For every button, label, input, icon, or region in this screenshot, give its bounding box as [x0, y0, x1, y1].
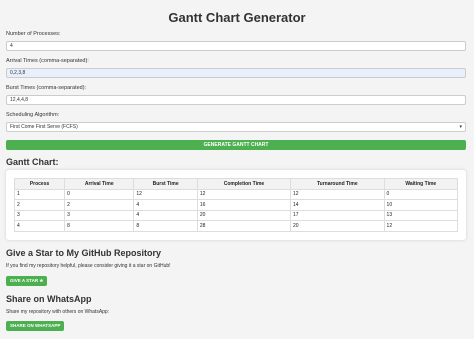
whatsapp-heading: Share on WhatsApp — [6, 294, 92, 304]
table-cell: 4 — [133, 199, 198, 211]
gantt-card: Process Arrival Time Burst Time Completi… — [6, 170, 466, 240]
table-header-row: Process Arrival Time Burst Time Completi… — [13, 178, 459, 190]
column-header: Completion Time — [196, 178, 292, 190]
num-processes-input[interactable]: 4 — [6, 41, 466, 51]
table-row: 2 2 4 16 14 10 — [13, 199, 459, 211]
github-heading: Give a Star to My GitHub Repository — [6, 248, 162, 258]
table-cell: 12 — [290, 188, 385, 200]
arrival-times-input[interactable]: 0,2,3,8 — [6, 68, 466, 78]
column-header: Waiting Time — [383, 178, 459, 190]
table-cell: 3 — [64, 209, 135, 221]
arrival-times-label: Arrival Times (comma-separated): — [6, 58, 89, 64]
burst-times-input[interactable]: 12,4,4,8 — [6, 95, 466, 105]
table-cell: 14 — [290, 199, 385, 211]
column-header: Process — [13, 178, 66, 190]
algorithm-selected-value: First Come First Serve (FCFS) — [10, 124, 78, 130]
table-row: 3 3 4 20 17 13 — [13, 209, 459, 221]
page-title: Gantt Chart Generator — [168, 10, 306, 25]
table-cell: 17 — [290, 209, 385, 221]
share-whatsapp-button[interactable]: SHARE ON WHATSAPP — [6, 321, 65, 331]
gantt-table: Process Arrival Time Burst Time Completi… — [13, 178, 459, 232]
table-cell: 3 — [13, 209, 66, 221]
table-cell: 12 — [133, 188, 198, 200]
table-cell: 0 — [64, 188, 135, 200]
table-cell: 13 — [383, 209, 459, 221]
algorithm-label: Scheduling Algorithm: — [6, 112, 60, 118]
give-star-button[interactable]: GIVE A STAR ★ — [6, 276, 48, 286]
table-cell: 8 — [64, 220, 135, 232]
table-cell: 8 — [133, 220, 198, 232]
table-cell: 2 — [64, 199, 135, 211]
num-processes-label: Number of Processes: — [6, 31, 61, 37]
table-cell: 10 — [383, 199, 459, 211]
table-cell: 20 — [196, 209, 292, 221]
table-cell: 16 — [196, 199, 292, 211]
table-cell: 12 — [383, 220, 459, 232]
table-cell: 20 — [290, 220, 385, 232]
table-row: 1 0 12 12 12 0 — [13, 188, 459, 200]
table-row: 4 8 8 28 20 12 — [13, 220, 459, 232]
whatsapp-text: Share my repository with others on Whats… — [6, 309, 110, 315]
table-cell: 0 — [383, 188, 459, 200]
burst-times-label: Burst Times (comma-separated): — [6, 85, 87, 91]
github-text: If you find my repository helpful, pleas… — [6, 263, 171, 269]
generate-button[interactable]: GENERATE GANTT CHART — [6, 140, 466, 150]
column-header: Turnaround Time — [290, 178, 385, 190]
table-cell: 12 — [196, 188, 292, 200]
gantt-heading: Gantt Chart: — [6, 157, 59, 167]
table-cell: 4 — [13, 220, 66, 232]
table-cell: 1 — [13, 188, 66, 200]
chevron-down-icon: ▾ — [459, 124, 462, 130]
table-cell: 4 — [133, 209, 198, 221]
table-cell: 28 — [196, 220, 292, 232]
algorithm-select[interactable]: First Come First Serve (FCFS) ▾ — [6, 122, 466, 132]
table-cell: 2 — [13, 199, 66, 211]
column-header: Burst Time — [133, 178, 198, 190]
column-header: Arrival Time — [64, 178, 135, 190]
